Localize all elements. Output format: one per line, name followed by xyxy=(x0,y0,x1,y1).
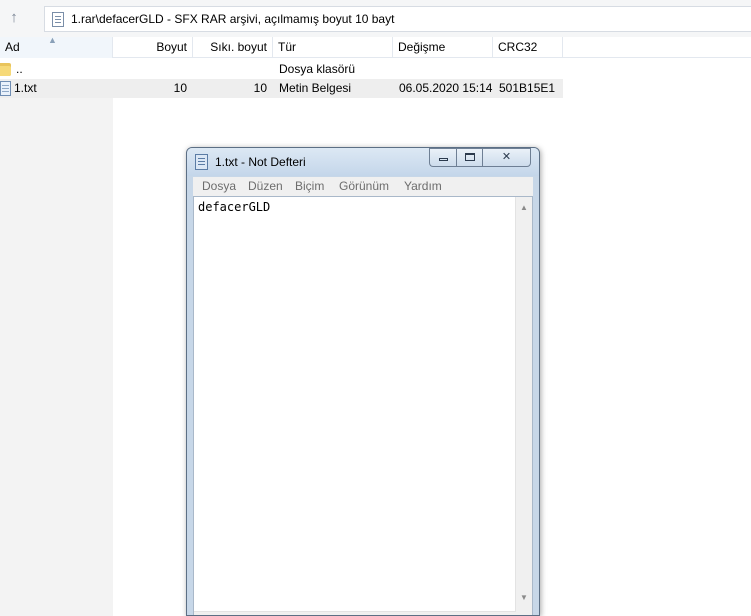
close-icon: ✕ xyxy=(501,151,512,163)
file-row-parent[interactable]: .. Dosya klasörü xyxy=(0,60,563,79)
notepad-window: 1.txt - Not Defteri ✕ Dosya Düzen Biçim … xyxy=(186,147,540,616)
column-header-size[interactable]: Boyut xyxy=(113,37,193,58)
address-bar-row: ↑ 1.rar\defacerGLD - SFX RAR arşivi, açı… xyxy=(0,0,751,37)
minimize-button[interactable] xyxy=(429,148,456,167)
file-modified: 06.05.2020 15:14 xyxy=(399,81,493,95)
menu-yardim[interactable]: Yardım xyxy=(404,177,442,196)
minimize-icon xyxy=(438,158,448,161)
notepad-content: defacerGLD xyxy=(198,200,271,214)
menu-dosya[interactable]: Dosya xyxy=(202,177,236,196)
sort-ascending-icon: ▲ xyxy=(48,35,57,45)
file-crc32: 501B15E1 xyxy=(499,81,556,95)
file-type: Dosya klasörü xyxy=(279,62,356,76)
up-arrow-icon[interactable]: ↑ xyxy=(3,7,25,29)
scroll-down-icon[interactable]: ▼ xyxy=(516,589,532,606)
address-path: 1.rar\defacerGLD - SFX RAR arşivi, açılm… xyxy=(71,12,395,26)
file-name: 1.txt xyxy=(14,81,37,95)
file-type: Metin Belgesi xyxy=(279,81,352,95)
menu-duzen[interactable]: Düzen xyxy=(248,177,283,196)
notepad-menu-bar: Dosya Düzen Biçim Görünüm Yardım xyxy=(193,177,533,196)
maximize-button[interactable] xyxy=(456,148,482,167)
column-header-crc32[interactable]: CRC32 xyxy=(493,37,563,58)
notepad-icon xyxy=(195,154,208,170)
column-header-packed-size[interactable]: Sıkı. boyut xyxy=(193,37,273,58)
column-header-name-label: Ad xyxy=(5,40,20,54)
file-packed-size: 10 xyxy=(253,81,267,95)
notepad-text-area[interactable]: defacerGLD ▲ ▼ xyxy=(193,196,533,615)
file-row-1-txt[interactable]: 1.txt 10 10 Metin Belgesi 06.05.2020 15:… xyxy=(0,79,563,98)
menu-bicim[interactable]: Biçim xyxy=(295,177,324,196)
file-list-header: ▲ Ad Boyut Sıkı. boyut Tür Değişme CRC32 xyxy=(0,35,751,58)
file-size: 10 xyxy=(173,81,187,95)
file-list-name-column-area xyxy=(0,98,113,616)
column-header-modified[interactable]: Değişme xyxy=(393,37,493,58)
column-header-name[interactable]: ▲ Ad xyxy=(0,35,113,58)
menu-gorunum[interactable]: Görünüm xyxy=(339,177,389,196)
vertical-scrollbar[interactable]: ▲ ▼ xyxy=(515,197,532,615)
notepad-title: 1.txt - Not Defteri xyxy=(215,155,306,169)
column-header-type[interactable]: Tür xyxy=(273,37,393,58)
notepad-title-bar[interactable]: 1.txt - Not Defteri ✕ xyxy=(187,148,539,176)
maximize-icon xyxy=(464,153,475,161)
horizontal-scrollbar[interactable] xyxy=(194,611,516,615)
archive-file-icon xyxy=(52,12,64,27)
file-name: .. xyxy=(16,62,23,76)
close-button[interactable]: ✕ xyxy=(482,148,531,167)
scroll-up-icon[interactable]: ▲ xyxy=(516,199,532,216)
address-field[interactable]: 1.rar\defacerGLD - SFX RAR arşivi, açılm… xyxy=(44,6,751,32)
